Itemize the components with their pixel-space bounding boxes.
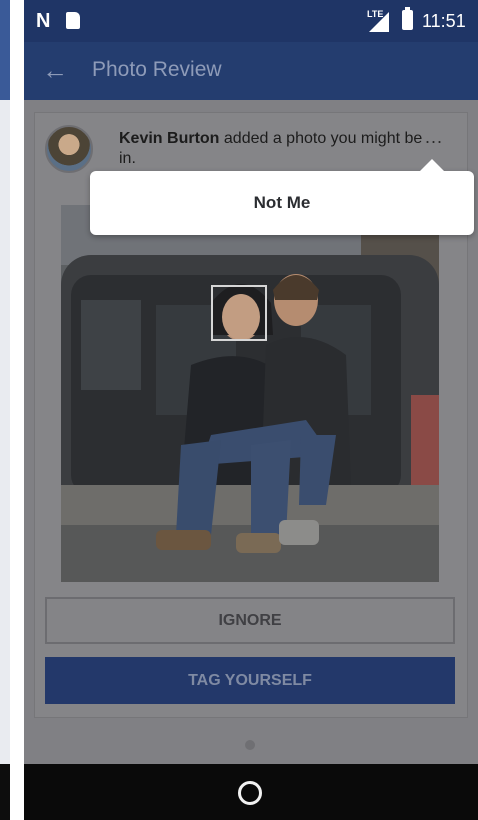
previous-screen-edge: [0, 0, 24, 820]
page-title: Photo Review: [92, 58, 222, 81]
photo-illustration: [61, 205, 439, 582]
sd-card-icon: [66, 12, 80, 29]
status-bar: N LTE 11:51: [24, 0, 478, 42]
options-popup: Not Me: [90, 159, 474, 235]
tag-yourself-button[interactable]: TAG YOURSELF: [45, 657, 455, 704]
author-name[interactable]: Kevin Burton: [119, 130, 219, 147]
n-icon: N: [36, 10, 51, 32]
face-outline[interactable]: [211, 285, 267, 341]
ignore-button[interactable]: IGNORE: [45, 597, 455, 644]
more-options-icon[interactable]: ...: [425, 127, 443, 148]
popup-caret: [420, 159, 444, 171]
previous-screen-nav: [0, 764, 10, 820]
previous-screen-header: [0, 0, 10, 100]
battery-icon: [402, 7, 413, 30]
screen-divider: [10, 0, 24, 820]
app-bar: ← Photo Review: [24, 42, 478, 100]
arrow-left-icon[interactable]: ←: [42, 56, 70, 84]
home-button[interactable]: [238, 781, 262, 805]
clock: 11:51: [422, 11, 466, 31]
not-me-menu-item[interactable]: Not Me: [90, 171, 474, 235]
network-type: LTE: [367, 9, 384, 19]
page-indicator-dot: [245, 740, 255, 750]
navigation-bar: [24, 764, 478, 820]
review-photo[interactable]: [61, 205, 439, 582]
avatar[interactable]: [45, 125, 93, 173]
phone-screen: N LTE 11:51 ← Photo Review Kevin Burton …: [24, 0, 478, 820]
post-message: Kevin Burton added a photo you might be …: [119, 129, 439, 169]
